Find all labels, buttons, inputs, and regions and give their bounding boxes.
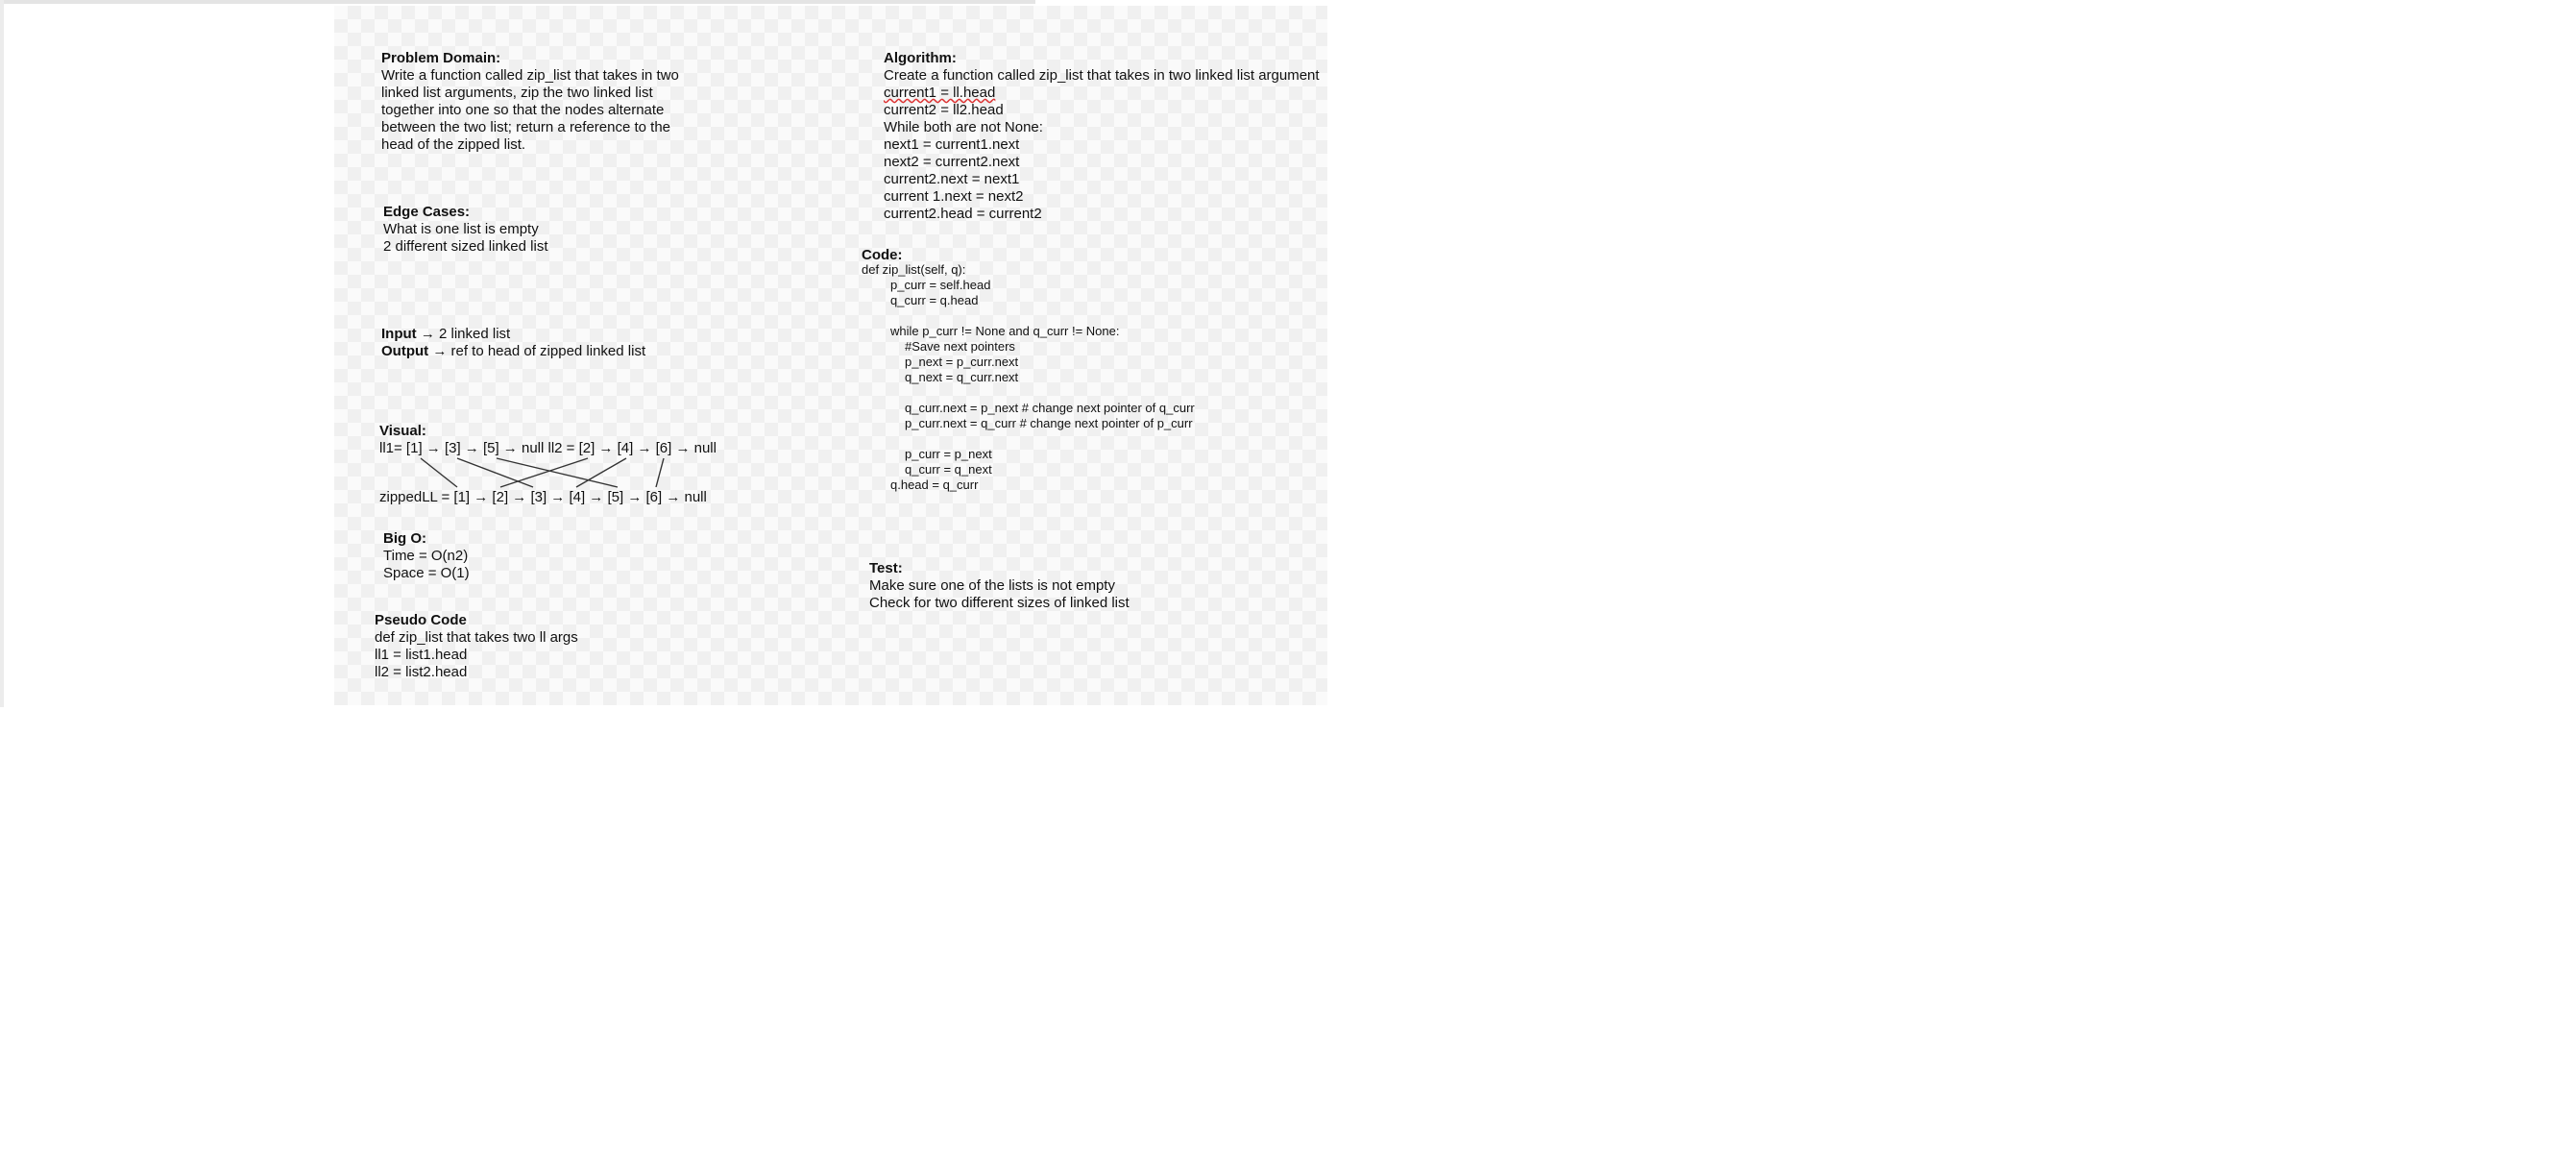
- test-title: Test:: [869, 560, 903, 576]
- connector-line: [420, 457, 458, 488]
- zipped-list-block: zippedLL = [1] → [2] → [3] → [4] → [5] →…: [379, 489, 707, 506]
- pseudo-code-block: Pseudo Code def zip_list that takes two …: [375, 612, 578, 681]
- algorithm-line: current 1.next = next2: [884, 188, 1024, 205]
- pseudo-code-line: ll1 = list1.head: [375, 647, 468, 663]
- pseudo-code-line: def zip_list that takes two ll args: [375, 629, 578, 646]
- pseudo-code-line: ll2 = list2.head: [375, 664, 468, 680]
- code-line: q_next = q_curr.next: [905, 370, 1019, 384]
- zipped-list-line: zippedLL = [1] → [2] → [3] → [4] → [5] →…: [379, 489, 707, 505]
- code-line: p_curr.next = q_curr # change next point…: [905, 416, 1193, 430]
- test-block: Test: Make sure one of the lists is not …: [869, 560, 1130, 612]
- big-o-block: Big O: Time = O(n2) Space = O(1): [383, 530, 470, 582]
- algorithm-line: next2 = current2.next: [884, 154, 1020, 170]
- algorithm-line: current2 = ll2.head: [884, 102, 1004, 118]
- algorithm-line: Create a function called zip_list that t…: [884, 67, 1320, 84]
- algorithm-line: current2.next = next1: [884, 171, 1020, 187]
- big-o-line: Space = O(1): [383, 565, 470, 581]
- code-line: def zip_list(self, q):: [862, 262, 966, 277]
- algorithm-line: current2.head = current2: [884, 206, 1042, 222]
- test-line: Make sure one of the lists is not empty: [869, 577, 1115, 594]
- big-o-line: Time = O(n2): [383, 548, 469, 564]
- code-line: q_curr.next = p_next # change next point…: [905, 401, 1195, 415]
- code-line: q_curr = q.head: [890, 293, 979, 307]
- code-line: p_next = p_curr.next: [905, 355, 1019, 369]
- algorithm-line: current1 = ll.head: [884, 85, 996, 101]
- code-line: q_curr = q_next: [905, 462, 992, 477]
- code-line: p_curr = self.head: [890, 278, 991, 292]
- big-o-title: Big O:: [383, 530, 426, 547]
- algorithm-line: While both are not None:: [884, 119, 1043, 135]
- algorithm-block: Algorithm: Create a function called zip_…: [884, 50, 1320, 223]
- test-line: Check for two different sizes of linked …: [869, 595, 1130, 611]
- code-line: p_curr = p_next: [905, 447, 992, 461]
- algorithm-title: Algorithm:: [884, 50, 957, 66]
- code-line: #Save next pointers: [905, 339, 1015, 354]
- connector-line: [655, 457, 665, 488]
- connector-line: [456, 457, 534, 488]
- code-line: q.head = q_curr: [890, 478, 979, 492]
- code-line: while p_curr != None and q_curr != None:: [890, 324, 1120, 338]
- code-block: def zip_list(self, q): p_curr = self.hea…: [862, 262, 1195, 493]
- algorithm-line: next1 = current1.next: [884, 136, 1020, 153]
- pseudo-code-title: Pseudo Code: [375, 612, 467, 628]
